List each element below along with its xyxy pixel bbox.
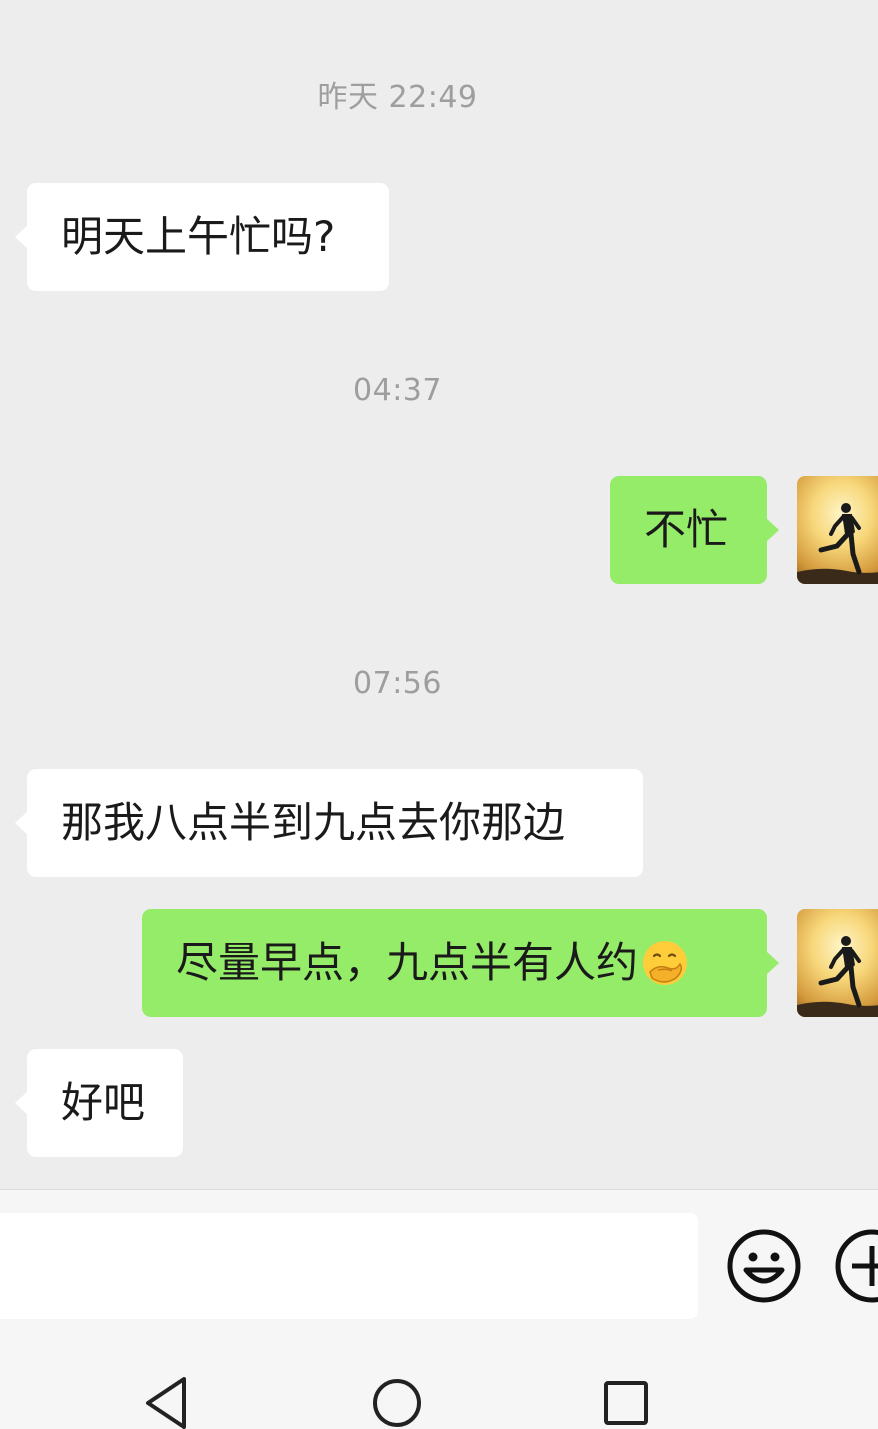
system-navigation-bar (0, 1320, 878, 1429)
message-text: 好吧 (61, 1078, 146, 1127)
timestamp: 昨天 22:49 (317, 80, 478, 115)
face-with-hand-over-mouth-emoji-icon (643, 940, 688, 985)
composer-bar (0, 1189, 878, 1321)
my-avatar[interactable] (797, 476, 878, 584)
outgoing-message[interactable]: 尽量早点，九点半有人约 (142, 909, 779, 1017)
square-recents-icon[interactable] (596, 1373, 656, 1429)
my-avatar[interactable] (797, 909, 878, 1017)
timestamp: 07:56 (353, 666, 442, 701)
incoming-message[interactable]: 那我八点半到九点去你那边 (15, 769, 643, 877)
smiley-face-icon[interactable] (726, 1228, 802, 1304)
incoming-message[interactable]: 明天上午忙吗? (15, 183, 389, 291)
runner-silhouette-avatar-image (797, 909, 878, 1017)
outgoing-message[interactable]: 不忙 (610, 476, 779, 584)
message-input[interactable] (0, 1213, 698, 1319)
message-text: 明天上午忙吗? (61, 212, 336, 261)
plus-circle-icon[interactable] (834, 1228, 878, 1304)
chat-screen: 昨天 22:49 明天上午忙吗? 04:37 不忙 07:56 那我八点半到九点… (0, 0, 878, 1429)
message-text: 尽量早点，九点半有人约 (176, 938, 639, 987)
incoming-message[interactable]: 好吧 (15, 1049, 183, 1157)
timestamp: 04:37 (353, 373, 442, 408)
triangle-back-icon[interactable] (136, 1373, 196, 1429)
message-text: 不忙 (644, 505, 729, 554)
circle-home-icon[interactable] (367, 1373, 427, 1429)
runner-silhouette-avatar-image (797, 476, 878, 584)
message-text: 那我八点半到九点去你那边 (61, 798, 566, 847)
